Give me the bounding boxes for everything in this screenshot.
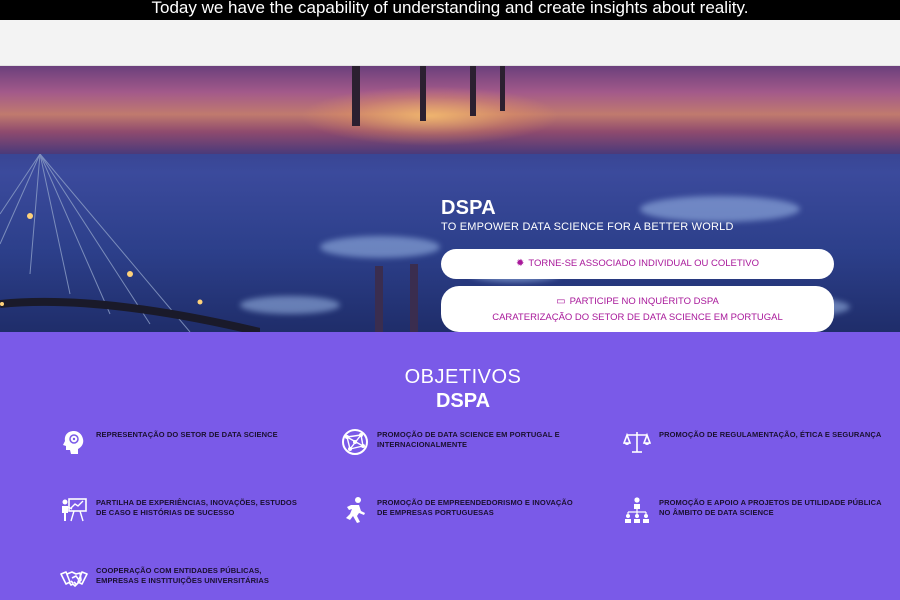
objectives-heading: OBJETIVOS	[404, 366, 522, 388]
objective-item: PROMOÇÃO DE EMPREENDEDORISMO E INOVAÇÃO …	[341, 496, 581, 524]
team-icon	[625, 497, 649, 523]
bridge-cables-graphic	[0, 154, 260, 332]
brain-head-icon	[63, 431, 84, 454]
hero-subtitle: TO EMPOWER DATA SCIENCE FOR A BETTER WOR…	[441, 221, 734, 233]
objective-text: PROMOÇÃO DE EMPREENDEDORISMO E INOVAÇÃO …	[377, 498, 573, 517]
objective-text: PROMOÇÃO DE REGULAMENTAÇÃO, ÉTICA E SEGU…	[659, 430, 882, 439]
survey-label-line2: CARATERIZAÇÃO DO SETOR DE DATA SCIENCE E…	[492, 312, 783, 323]
bug-icon: ✹	[515, 258, 525, 269]
objectives-heading-brand: DSPA	[435, 390, 491, 412]
survey-button[interactable]: ▭ PARTICIPE NO INQUÉRITO DSPA CARATERIZAÇ…	[441, 286, 834, 332]
scales-icon	[623, 432, 651, 453]
objective-item: COOPERAÇÃO COM ENTIDADES PÚBLICAS, EMPRE…	[60, 564, 300, 592]
presentation-icon	[62, 498, 87, 522]
objective-text: COOPERAÇÃO COM ENTIDADES PÚBLICAS, EMPRE…	[96, 566, 269, 585]
handshake-icon	[60, 571, 88, 587]
survey-label-line1: PARTICIPE NO INQUÉRITO DSPA	[569, 296, 719, 307]
objective-text: REPRESENTAÇÃO DO SETOR DE DATA SCIENCE	[96, 430, 278, 439]
objective-text: PROMOÇÃO DE DATA SCIENCE EM PORTUGAL E I…	[377, 430, 560, 449]
objective-item: PROMOÇÃO DE DATA SCIENCE EM PORTUGAL E I…	[341, 428, 561, 456]
running-person-icon	[346, 497, 365, 523]
objective-item: PROMOÇÃO DE REGULAMENTAÇÃO, ÉTICA E SEGU…	[623, 428, 883, 456]
hero-sunset-image	[0, 66, 900, 154]
ticker-text: Today we have the capability of understa…	[151, 0, 749, 17]
hero-section: DSPA TO EMPOWER DATA SCIENCE FOR A BETTE…	[0, 66, 900, 332]
globe-network-icon	[342, 429, 368, 455]
objective-text: PARTILHA DE EXPERIÊNCIAS, INOVAÇÕES, EST…	[96, 498, 297, 517]
objective-item: PARTILHA DE EXPERIÊNCIAS, INOVAÇÕES, EST…	[60, 496, 300, 524]
objective-item: REPRESENTAÇÃO DO SETOR DE DATA SCIENCE	[60, 428, 300, 456]
become-member-label: TORNE-SE ASSOCIADO INDIVIDUAL OU COLETIV…	[528, 258, 760, 269]
hero-title: DSPA	[441, 197, 496, 219]
objective-text: PROMOÇÃO E APOIO A PROJETOS DE UTILIDADE…	[659, 498, 882, 517]
objective-item: PROMOÇÃO E APOIO A PROJETOS DE UTILIDADE…	[623, 496, 883, 524]
card-icon: ▭	[556, 296, 566, 307]
become-member-button[interactable]: ✹ TORNE-SE ASSOCIADO INDIVIDUAL OU COLETI…	[441, 249, 834, 279]
ticker-banner: Today we have the capability of understa…	[0, 0, 900, 20]
navigation-bar	[0, 20, 900, 66]
